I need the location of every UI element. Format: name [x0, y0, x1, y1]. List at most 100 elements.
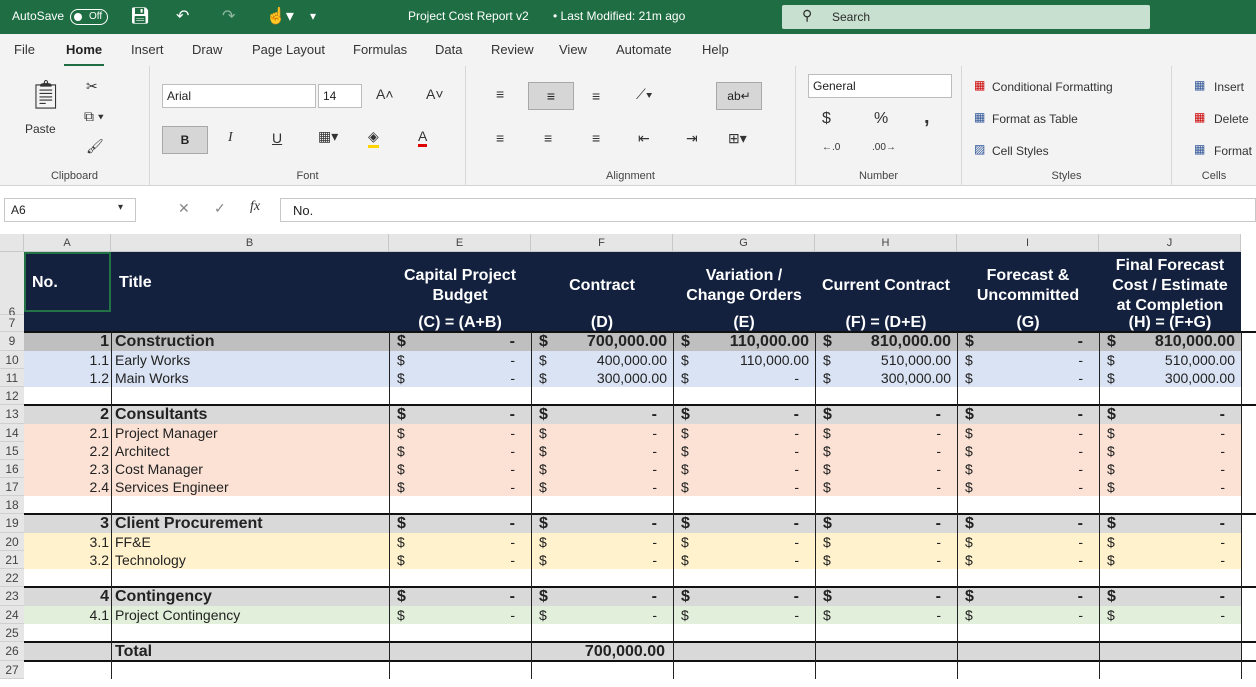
tab-formulas[interactable]: Formulas	[353, 42, 407, 57]
money-cell[interactable]: $ -	[957, 478, 1099, 496]
column-header-b[interactable]: B	[111, 234, 389, 252]
row-title[interactable]: Construction	[111, 332, 389, 351]
font-family-select[interactable]: Arial	[162, 84, 316, 108]
row-title[interactable]: Cost Manager	[111, 460, 389, 478]
format-as-table-button[interactable]: Format as Table	[992, 112, 1078, 126]
row-number[interactable]: 4.1	[24, 606, 111, 624]
money-cell[interactable]: $ -	[815, 460, 957, 478]
tab-view[interactable]: View	[559, 42, 587, 57]
tab-home[interactable]: Home	[63, 42, 105, 67]
row-number[interactable]: 3.1	[24, 533, 111, 551]
align-top-icon[interactable]: ≡	[496, 86, 504, 102]
money-cell[interactable]: $ -	[673, 442, 815, 460]
money-cell[interactable]: $ -	[815, 442, 957, 460]
row-number[interactable]: 2.2	[24, 442, 111, 460]
money-cell[interactable]: $510,000.00	[815, 351, 957, 369]
money-cell[interactable]: $ -	[389, 351, 531, 369]
money-cell[interactable]: $ -	[673, 514, 815, 533]
row-header[interactable]: 23	[0, 587, 24, 606]
row-number[interactable]: 2.4	[24, 478, 111, 496]
row-header[interactable]: 10	[0, 351, 24, 369]
italic-button[interactable]: I	[228, 130, 233, 146]
header-g[interactable]: Variation / Change Orders (E)	[673, 252, 815, 332]
header-f[interactable]: Contract (D)	[531, 252, 673, 332]
align-middle-icon[interactable]: ≡	[528, 82, 574, 110]
column-header-i[interactable]: I	[957, 234, 1099, 252]
money-cell[interactable]: $ -	[673, 533, 815, 551]
row-header[interactable]: 19	[0, 514, 24, 533]
number-format-select[interactable]: General	[808, 74, 952, 98]
money-cell[interactable]: $ -	[531, 587, 673, 606]
money-cell[interactable]: $ -	[1099, 424, 1241, 442]
tab-page-layout[interactable]: Page Layout	[252, 42, 325, 57]
column-header-g[interactable]: G	[673, 234, 815, 252]
tab-automate[interactable]: Automate	[616, 42, 672, 57]
row-header[interactable]: 17	[0, 478, 24, 496]
money-cell[interactable]: $ -	[1099, 514, 1241, 533]
column-header-j[interactable]: J	[1099, 234, 1241, 252]
money-cell[interactable]: $ -	[1099, 478, 1241, 496]
align-right-icon[interactable]: ≡	[592, 130, 600, 146]
row-number[interactable]: 3.2	[24, 551, 111, 569]
money-cell[interactable]: $ -	[389, 514, 531, 533]
money-cell[interactable]: $110,000.00	[673, 351, 815, 369]
total-cell[interactable]	[957, 642, 1099, 661]
tab-insert[interactable]: Insert	[131, 42, 164, 57]
row-title[interactable]: Client Procurement	[111, 514, 389, 533]
money-cell[interactable]: $ -	[389, 606, 531, 624]
currency-format-button[interactable]: $	[822, 110, 831, 128]
money-cell[interactable]: $ -	[957, 514, 1099, 533]
row-header[interactable]: 6	[0, 252, 24, 319]
money-cell[interactable]: $ -	[531, 478, 673, 496]
align-left-icon[interactable]: ≡	[496, 130, 504, 146]
money-cell[interactable]: $ -	[531, 424, 673, 442]
format-painter-icon[interactable]: 🖌︎	[86, 138, 104, 155]
total-cell[interactable]	[673, 642, 815, 661]
orientation-icon[interactable]: ⟋▾	[636, 86, 653, 103]
money-cell[interactable]: $400,000.00	[531, 351, 673, 369]
underline-button[interactable]: U	[272, 130, 282, 146]
row-title[interactable]: Main Works	[111, 369, 389, 387]
format-cells-button[interactable]: Format	[1214, 144, 1252, 158]
row-header[interactable]: 18	[0, 496, 24, 514]
money-cell[interactable]: $ -	[531, 442, 673, 460]
money-cell[interactable]: $ -	[531, 460, 673, 478]
money-cell[interactable]: $ -	[531, 405, 673, 424]
redo-icon[interactable]: ↷	[222, 6, 235, 26]
money-cell[interactable]: $ -	[389, 587, 531, 606]
decrease-decimal-icon[interactable]: .00→	[872, 142, 896, 153]
select-all-corner[interactable]	[0, 234, 24, 252]
money-cell[interactable]: $ -	[673, 478, 815, 496]
money-cell[interactable]: $810,000.00	[1099, 332, 1241, 351]
row-title[interactable]: FF&E	[111, 533, 389, 551]
comma-format-button[interactable]: ,	[924, 106, 930, 129]
row-header[interactable]: 20	[0, 533, 24, 551]
money-cell[interactable]: $ -	[673, 587, 815, 606]
row-number[interactable]: 3	[24, 514, 111, 533]
row-header[interactable]: 12	[0, 387, 24, 405]
save-icon[interactable]: 💾︎	[130, 6, 150, 26]
bold-button[interactable]: B	[162, 126, 208, 154]
row-title[interactable]: Consultants	[111, 405, 389, 424]
tab-draw[interactable]: Draw	[192, 42, 222, 57]
row-title[interactable]: Technology	[111, 551, 389, 569]
row-header[interactable]: 11	[0, 369, 24, 387]
money-cell[interactable]: $ -	[815, 606, 957, 624]
customize-toolbar-icon[interactable]: ▾	[310, 9, 316, 23]
copy-icon[interactable]: ⧉ ▾	[84, 108, 104, 125]
conditional-formatting-button[interactable]: Conditional Formatting	[992, 80, 1113, 94]
money-cell[interactable]: $ -	[531, 551, 673, 569]
row-title[interactable]: Total	[111, 642, 389, 661]
money-cell[interactable]: $ -	[673, 424, 815, 442]
row-title[interactable]: Early Works	[111, 351, 389, 369]
enter-icon[interactable]: ✓	[214, 200, 226, 217]
font-color-icon[interactable]: A	[418, 128, 428, 147]
tab-data[interactable]: Data	[435, 42, 462, 57]
align-bottom-icon[interactable]: ≡	[592, 88, 600, 104]
money-cell[interactable]: $ -	[957, 533, 1099, 551]
paste-button[interactable]: Paste	[25, 122, 56, 136]
increase-indent-icon[interactable]: ⇥	[686, 130, 698, 147]
money-cell[interactable]: $ -	[815, 533, 957, 551]
row-number[interactable]: 2	[24, 405, 111, 424]
row-header[interactable]: 15	[0, 442, 24, 460]
